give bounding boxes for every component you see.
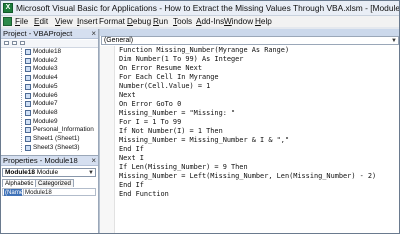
- module-icon: [25, 127, 31, 134]
- code-line[interactable]: End If: [119, 181, 144, 190]
- project-toolbar: [1, 40, 98, 48]
- grid-divider: [23, 189, 24, 196]
- object-dropdown[interactable]: (General) ▼: [101, 36, 399, 45]
- code-line[interactable]: On Error Resume Next: [119, 64, 202, 73]
- menu-bar: File Edit View Insert Format Debug Run T…: [1, 16, 399, 27]
- module-icon: [25, 92, 31, 99]
- toggle-folders-icon[interactable]: [20, 41, 25, 45]
- module-icon: [25, 118, 31, 125]
- menu-view[interactable]: View: [55, 16, 73, 27]
- code-line[interactable]: End Function: [119, 190, 169, 199]
- properties-grid-row[interactable]: (Name) Module18: [2, 188, 96, 196]
- module-icon: [25, 101, 31, 108]
- sheet-icon: [25, 136, 31, 142]
- property-name-key: (Name): [4, 189, 26, 196]
- code-line[interactable]: Next: [119, 91, 136, 100]
- module-icon: [25, 49, 31, 55]
- project-explorer: Project - VBAProject × Module18 Module2 …: [1, 29, 99, 155]
- tab-alphabetic[interactable]: Alphabetic: [2, 179, 37, 187]
- code-line[interactable]: End If: [119, 145, 144, 154]
- menu-run[interactable]: Run: [153, 16, 168, 27]
- project-panel-title: Project - VBAProject ×: [1, 29, 98, 39]
- code-line[interactable]: Missing_Number = Missing_Number & I & ",…: [119, 136, 289, 145]
- code-line[interactable]: If Len(Missing_Number) = 9 Then: [119, 163, 248, 172]
- module-icon: [25, 75, 31, 82]
- code-window-titlebar: [100, 29, 399, 36]
- code-line[interactable]: Missing_Number = Left(Missing_Number, Le…: [119, 172, 376, 181]
- menu-help[interactable]: Help: [255, 16, 272, 27]
- code-editor[interactable]: Function Missing_Number(Myrange As Range…: [100, 46, 399, 233]
- window-title: Microsoft Visual Basic for Applications …: [16, 3, 400, 13]
- menu-window[interactable]: Window: [224, 16, 253, 27]
- code-line[interactable]: Dim Number(1 To 99) As Integer: [119, 55, 243, 64]
- view-object-icon[interactable]: [12, 41, 17, 45]
- code-line[interactable]: Number(Cell.Value) = 1: [119, 82, 210, 91]
- chevron-down-icon[interactable]: ▼: [88, 169, 94, 177]
- tab-categorized[interactable]: Categorized: [35, 179, 74, 187]
- properties-object-select[interactable]: Module18 Module ▼: [2, 168, 96, 177]
- properties-window: Properties - Module18 × Module18 Module …: [1, 155, 99, 233]
- menu-insert[interactable]: Insert: [77, 16, 97, 27]
- title-bar: X Microsoft Visual Basic for Application…: [1, 1, 399, 16]
- sheet-icon: [25, 144, 31, 151]
- code-line[interactable]: Missing_Number = "Missing: ": [119, 109, 235, 118]
- code-window: (General) ▼ Function Missing_Number(Myra…: [99, 29, 399, 233]
- menu-file[interactable]: File: [15, 16, 28, 27]
- chevron-down-icon[interactable]: ▼: [391, 37, 397, 45]
- view-code-icon[interactable]: [4, 41, 9, 45]
- menu-edit[interactable]: Edit: [34, 16, 48, 27]
- code-line[interactable]: For Each Cell In Myrange: [119, 73, 219, 82]
- code-line[interactable]: Function Missing_Number(Myrange As Range…: [119, 46, 289, 55]
- property-name-value[interactable]: Module18: [25, 189, 52, 196]
- menu-add-ins[interactable]: Add-Ins: [196, 16, 224, 27]
- properties-panel-title: Properties - Module18 ×: [1, 156, 98, 166]
- vba-editor-window: X Microsoft Visual Basic for Application…: [0, 0, 400, 234]
- menu-debug[interactable]: Debug: [127, 16, 151, 27]
- module-icon: [25, 66, 31, 73]
- module-icon: [25, 57, 31, 64]
- module-icon: [25, 83, 31, 90]
- code-line[interactable]: For I = 1 To 99: [119, 118, 181, 127]
- project-title-text: Project - VBAProject: [3, 29, 73, 38]
- code-line[interactable]: On Error GoTo 0: [119, 100, 181, 109]
- menu-format[interactable]: Format: [99, 16, 125, 27]
- excel-app-icon: X: [3, 3, 13, 13]
- close-icon[interactable]: ×: [91, 156, 96, 166]
- properties-title-text: Properties - Module18: [3, 156, 78, 165]
- close-icon[interactable]: ×: [91, 29, 96, 39]
- code-line[interactable]: Next I: [119, 154, 144, 163]
- excel-view-icon[interactable]: [3, 17, 12, 26]
- menu-tools[interactable]: Tools: [173, 16, 192, 27]
- module-icon: [25, 109, 31, 116]
- code-line[interactable]: If Not Number(I) = 1 Then: [119, 127, 223, 136]
- tree-guide-line: [21, 48, 23, 152]
